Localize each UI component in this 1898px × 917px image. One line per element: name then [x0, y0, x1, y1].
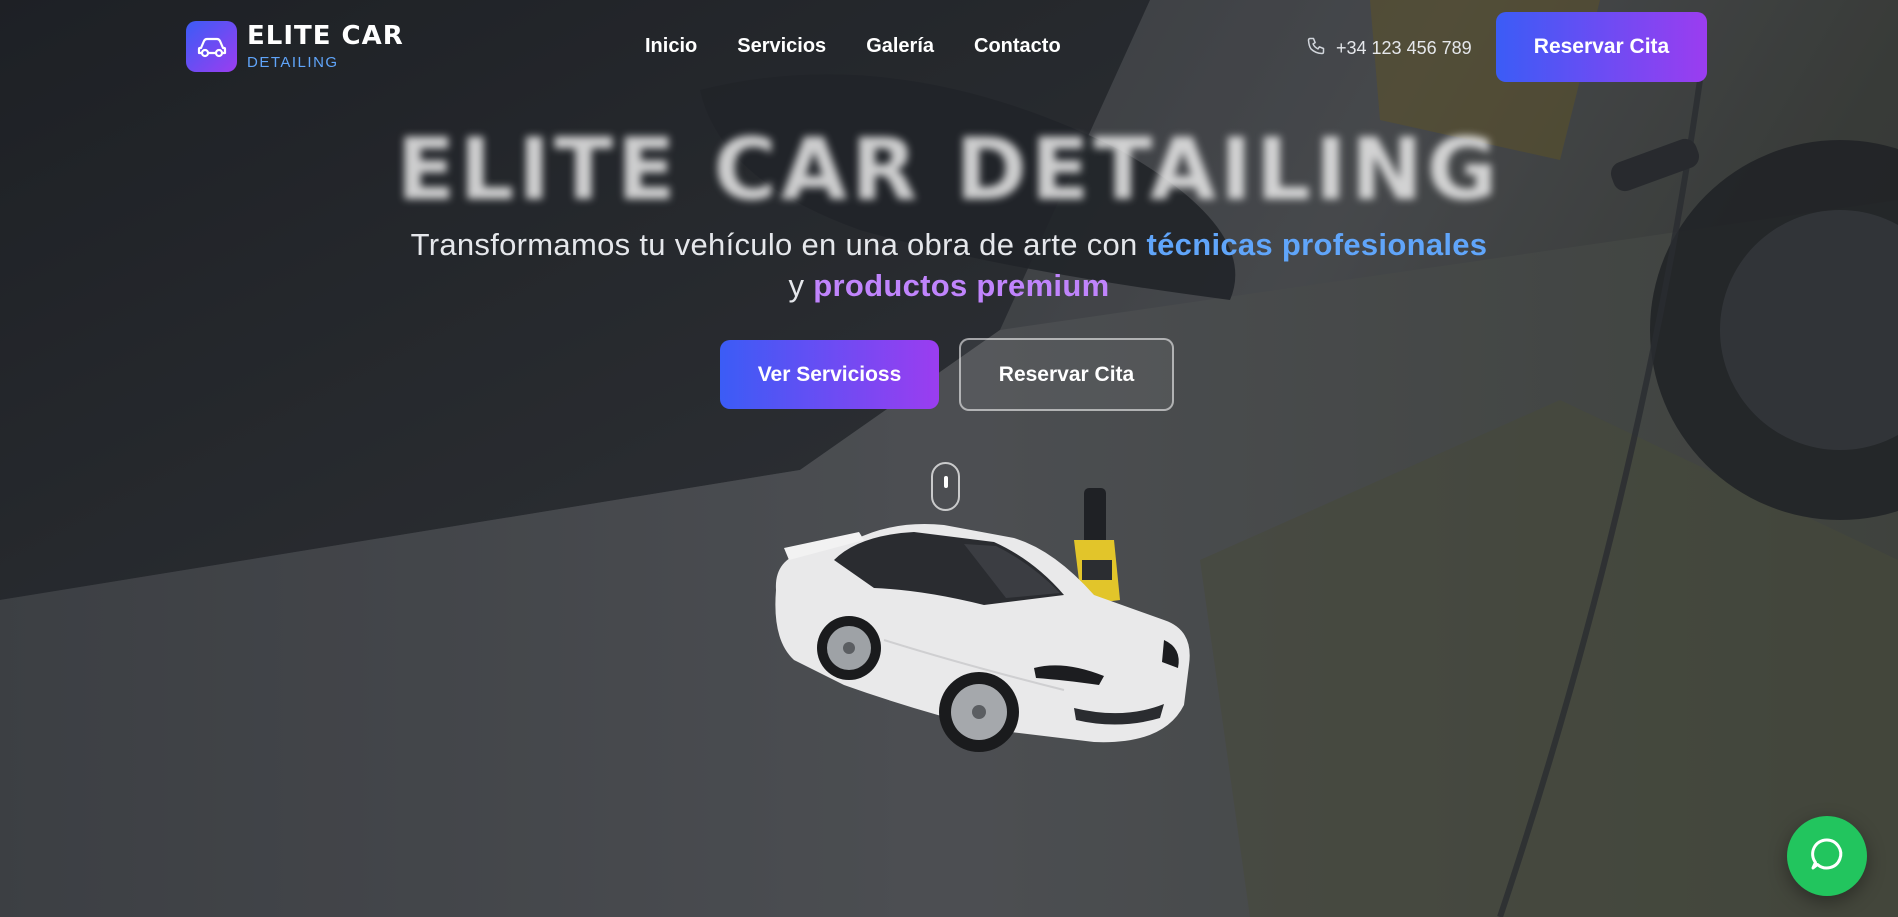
brand-title: ELITE CAR — [247, 21, 404, 51]
phone-number: +34 123 456 789 — [1336, 38, 1472, 58]
brand-subtitle: DETAILING — [247, 54, 339, 71]
phone-link[interactable]: +34 123 456 789 — [1306, 36, 1472, 61]
header-book-button[interactable]: Reservar Cita — [1496, 12, 1707, 82]
site-header: ELITE CAR DETAILING Inicio Servicios Gal… — [0, 0, 1898, 96]
hero-book-button[interactable]: Reservar Cita — [959, 338, 1174, 411]
brand-logo[interactable]: ELITE CAR DETAILING — [186, 21, 404, 72]
whatsapp-chat-icon — [1808, 835, 1846, 878]
car-icon — [186, 21, 237, 72]
nav-item-inicio[interactable]: Inicio — [645, 35, 697, 58]
nav-item-contacto[interactable]: Contacto — [974, 35, 1061, 58]
hero-subtitle-highlight-techniques: técnicas profesionales — [1146, 227, 1488, 262]
car-3d-model[interactable] — [764, 480, 1200, 780]
phone-icon — [1306, 36, 1326, 61]
nav-item-servicios[interactable]: Servicios — [737, 35, 826, 58]
view-services-button[interactable]: Ver Servicioss — [720, 340, 939, 409]
hero-subtitle-part1: Transformamos tu vehículo en una obra de… — [410, 227, 1147, 262]
hero-title: ELITE CAR DETAILING — [396, 120, 1502, 220]
main-nav: Inicio Servicios Galería Contacto — [645, 35, 1061, 58]
whatsapp-chat-button[interactable] — [1787, 816, 1867, 896]
hero-subtitle: Transformamos tu vehículo en una obra de… — [380, 224, 1518, 306]
hero-subtitle-part2: y — [788, 268, 814, 303]
nav-item-galeria[interactable]: Galería — [866, 35, 934, 58]
hero-subtitle-highlight-products: productos premium — [813, 268, 1110, 303]
